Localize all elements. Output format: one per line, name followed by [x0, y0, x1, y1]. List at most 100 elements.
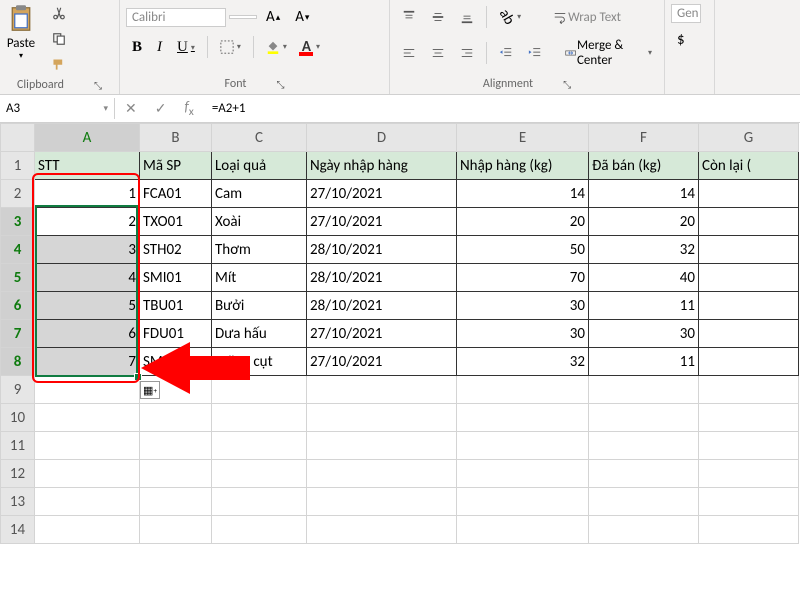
cell[interactable]: 27/10/2021	[307, 208, 457, 236]
align-middle-button[interactable]	[425, 6, 451, 28]
cell[interactable]	[457, 432, 589, 460]
cell[interactable]	[699, 348, 799, 376]
col-header[interactable]: A	[35, 124, 140, 152]
font-name-dropdown[interactable]: Calibri	[126, 8, 226, 27]
cell[interactable]: Loại quả	[212, 152, 307, 180]
row-header[interactable]: 9	[1, 376, 35, 404]
fx-button[interactable]: fx	[180, 98, 197, 119]
increase-font-button[interactable]: A▴	[260, 4, 286, 30]
italic-button[interactable]: I	[151, 35, 168, 60]
select-all-corner[interactable]	[1, 124, 35, 152]
cell[interactable]	[699, 264, 799, 292]
paste-button[interactable]: Paste ▾	[6, 2, 36, 61]
cell[interactable]: Còn lại (	[699, 152, 799, 180]
cell[interactable]: 30	[457, 320, 589, 348]
format-painter-button[interactable]	[46, 54, 72, 76]
cell[interactable]	[457, 488, 589, 516]
cut-button[interactable]	[46, 2, 72, 24]
fill-handle[interactable]	[134, 373, 142, 381]
cell[interactable]	[307, 432, 457, 460]
copy-button[interactable]	[46, 28, 72, 50]
align-bottom-button[interactable]	[454, 6, 480, 28]
cell[interactable]: 4	[35, 264, 140, 292]
cell[interactable]	[589, 460, 699, 488]
cell[interactable]	[35, 460, 140, 488]
decrease-indent-button[interactable]	[493, 42, 519, 64]
cell[interactable]: Xoài	[212, 208, 307, 236]
cell[interactable]: SMA	[140, 348, 212, 376]
cell[interactable]	[699, 320, 799, 348]
cell[interactable]	[140, 488, 212, 516]
cell[interactable]	[307, 460, 457, 488]
cell[interactable]	[457, 460, 589, 488]
cell[interactable]: Đã bán (kg)	[589, 152, 699, 180]
cell[interactable]	[699, 236, 799, 264]
col-header[interactable]: E	[457, 124, 589, 152]
cell[interactable]	[589, 376, 699, 404]
row-header[interactable]: 8	[1, 348, 35, 376]
cell[interactable]: 28/10/2021	[307, 292, 457, 320]
clipboard-launcher-icon[interactable]: ⤡	[94, 79, 102, 92]
cell[interactable]: Mã SP	[140, 152, 212, 180]
font-size-dropdown[interactable]	[229, 15, 257, 19]
cell[interactable]: 27/10/2021	[307, 320, 457, 348]
row-header[interactable]: 11	[1, 432, 35, 460]
cell[interactable]	[140, 432, 212, 460]
cancel-formula-button[interactable]: ✕	[121, 100, 141, 117]
cell[interactable]: 32	[457, 348, 589, 376]
cell[interactable]: 30	[589, 320, 699, 348]
cell[interactable]: FCA01	[140, 180, 212, 208]
cell[interactable]	[212, 376, 307, 404]
row-header[interactable]: 7	[1, 320, 35, 348]
number-format-dropdown[interactable]: Gen	[671, 4, 701, 23]
cell[interactable]	[699, 180, 799, 208]
wrap-text-button[interactable]: Wrap Text	[547, 6, 627, 29]
cell[interactable]: Mít	[212, 264, 307, 292]
merge-center-button[interactable]: Merge & Center ▾	[559, 34, 658, 72]
cell[interactable]: 2	[35, 208, 140, 236]
cell[interactable]: 11	[589, 292, 699, 320]
cell[interactable]	[307, 516, 457, 544]
cell[interactable]	[212, 516, 307, 544]
cell[interactable]: TXO01	[140, 208, 212, 236]
cell[interactable]: STT	[35, 152, 140, 180]
align-top-button[interactable]	[396, 6, 422, 28]
increase-indent-button[interactable]	[522, 42, 548, 64]
row-header[interactable]: 5	[1, 264, 35, 292]
cell[interactable]: Dưa hấu	[212, 320, 307, 348]
row-header[interactable]: 6	[1, 292, 35, 320]
cell[interactable]: 70	[457, 264, 589, 292]
cell[interactable]: Nhập hàng (kg)	[457, 152, 589, 180]
col-header[interactable]: B	[140, 124, 212, 152]
cell[interactable]: 20	[589, 208, 699, 236]
cell[interactable]: 1	[35, 180, 140, 208]
cell[interactable]	[699, 516, 799, 544]
col-header[interactable]: G	[699, 124, 799, 152]
row-header[interactable]: 10	[1, 404, 35, 432]
alignment-launcher-icon[interactable]: ⤡	[563, 78, 571, 91]
cell[interactable]	[457, 376, 589, 404]
cell[interactable]: 32	[589, 236, 699, 264]
cell[interactable]	[699, 404, 799, 432]
row-header[interactable]: 14	[1, 516, 35, 544]
cell[interactable]: 28/10/2021	[307, 264, 457, 292]
cell[interactable]	[307, 488, 457, 516]
cell[interactable]: 5	[35, 292, 140, 320]
cell[interactable]: FDU01	[140, 320, 212, 348]
align-center-button[interactable]	[425, 42, 451, 64]
cell[interactable]: 40	[589, 264, 699, 292]
col-header[interactable]: D	[307, 124, 457, 152]
cell[interactable]	[212, 488, 307, 516]
cell[interactable]	[140, 516, 212, 544]
cell[interactable]	[140, 460, 212, 488]
autofill-options-button[interactable]: ▦+	[140, 381, 160, 399]
cell[interactable]	[212, 404, 307, 432]
cell[interactable]	[589, 432, 699, 460]
col-header[interactable]: C	[212, 124, 307, 152]
cell[interactable]: 50	[457, 236, 589, 264]
cell[interactable]	[699, 460, 799, 488]
cell[interactable]	[35, 488, 140, 516]
cell[interactable]	[212, 460, 307, 488]
cell[interactable]	[35, 432, 140, 460]
cell[interactable]: 14	[457, 180, 589, 208]
